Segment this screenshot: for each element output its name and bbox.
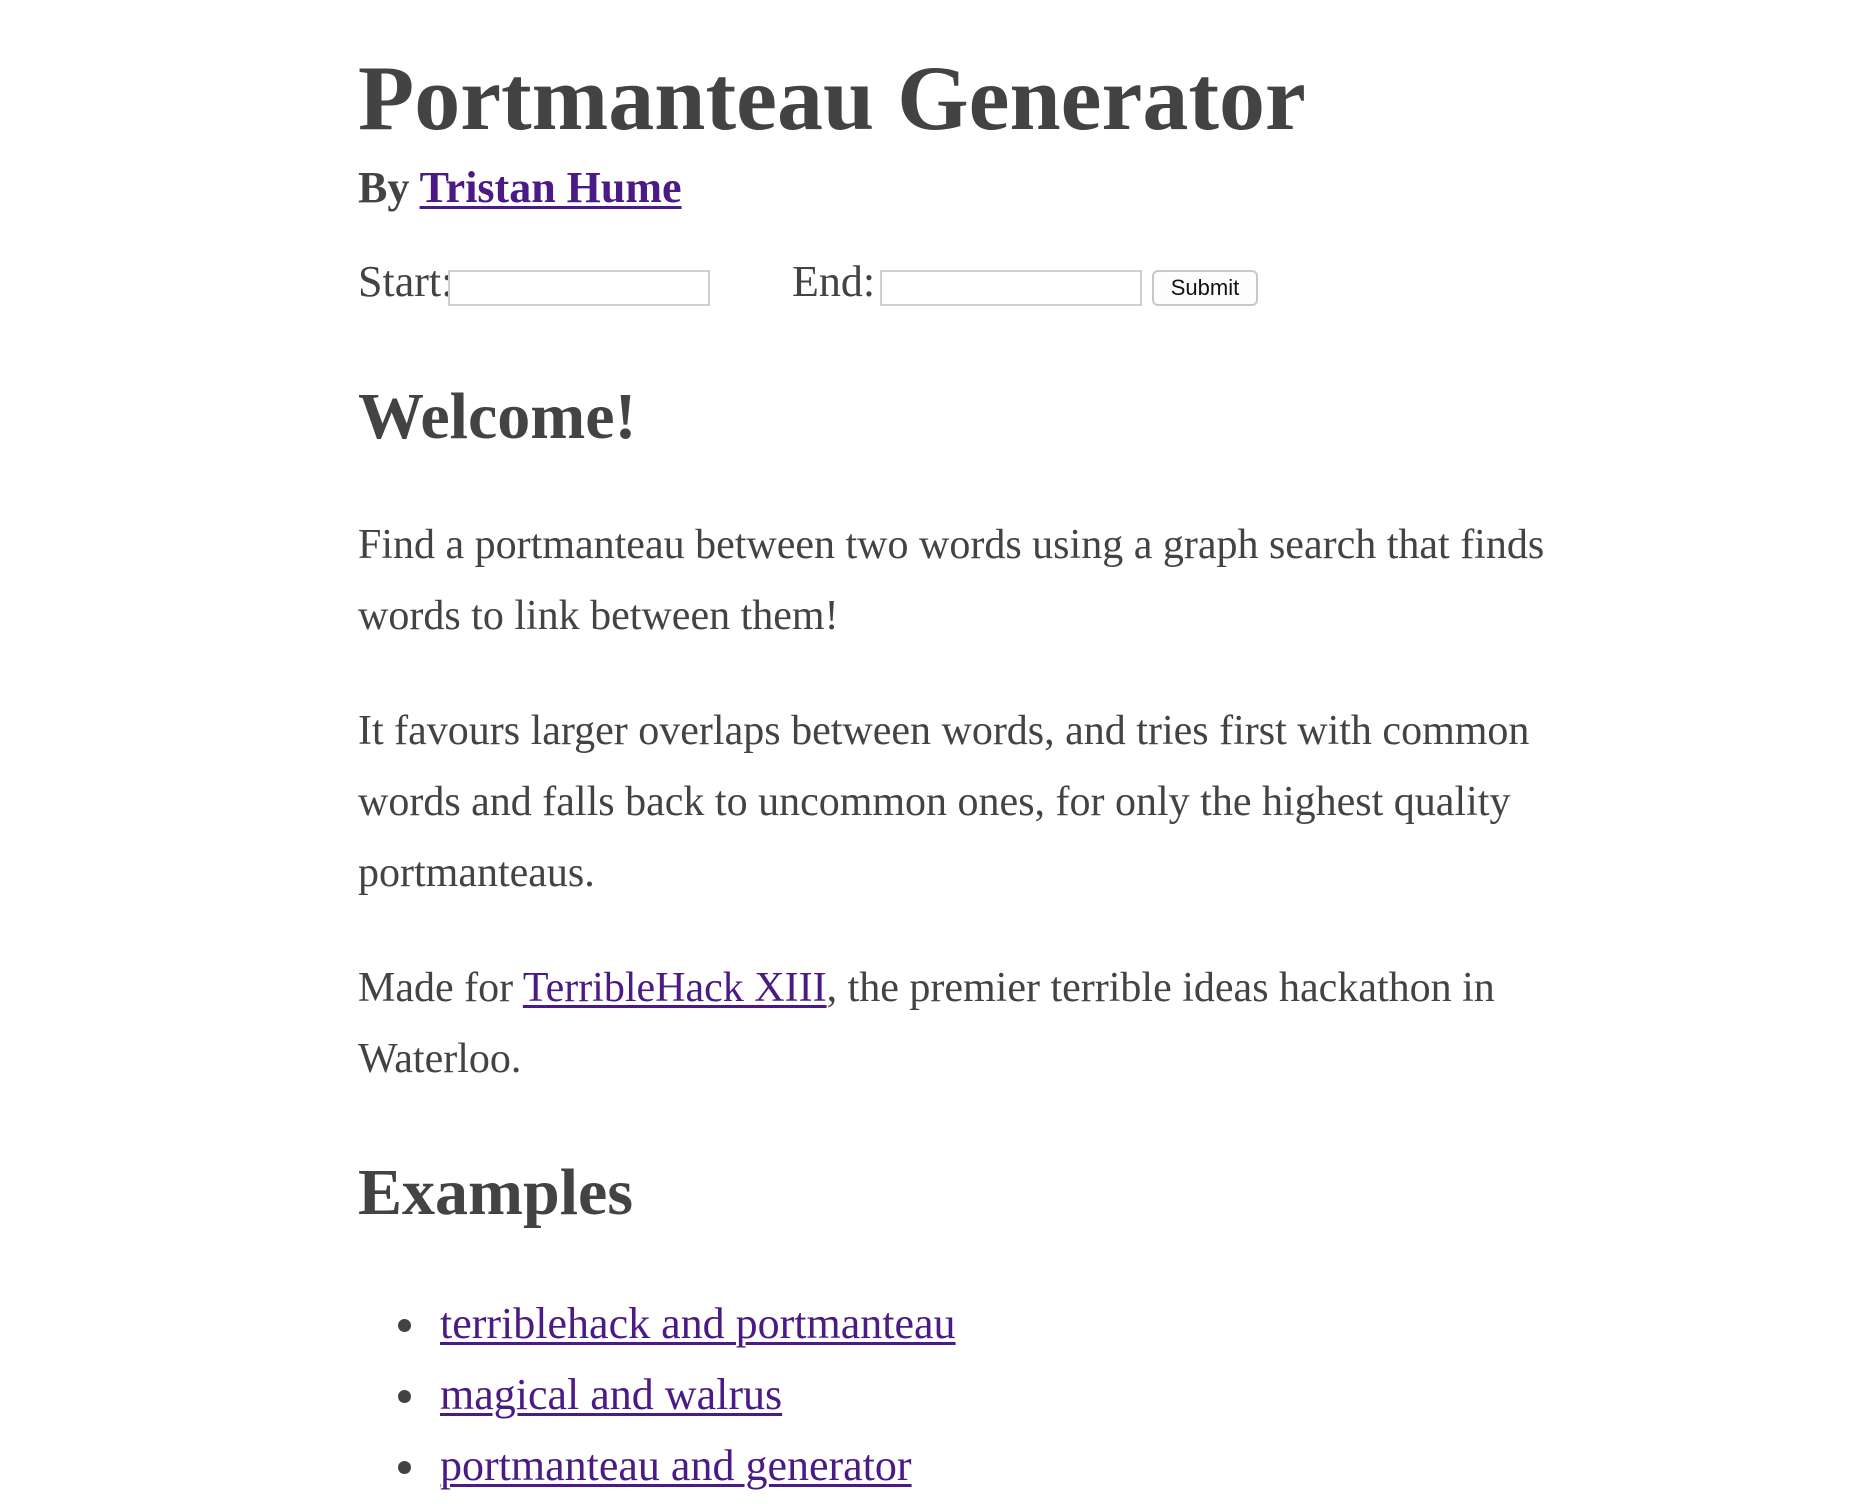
end-label: End:	[792, 257, 876, 306]
list-item: terriblehack and portmanteau	[358, 1288, 956, 1359]
intro-paragraph: Find a portmanteau between two words usi…	[358, 522, 1545, 639]
submit-button[interactable]: Submit	[1152, 270, 1258, 306]
author-link[interactable]: Tristan Hume	[420, 163, 682, 212]
examples-heading: Examples	[358, 1156, 634, 1229]
byline-prefix: By	[358, 163, 410, 212]
page: Portmanteau Generator By Tristan Hume St…	[0, 0, 1862, 1504]
start-label: Start:	[358, 257, 454, 306]
start-input[interactable]	[448, 270, 710, 306]
credit-paragraph: Made for TerribleHack XIII, the premier …	[358, 953, 1620, 1095]
example-link[interactable]: magical and walrus	[440, 1370, 782, 1419]
list-item: magical and walrus	[358, 1359, 956, 1430]
portmanteau-form: Start: End: Submit	[358, 256, 1358, 316]
example-link[interactable]: terriblehack and portmanteau	[440, 1299, 956, 1348]
page-title: Portmanteau Generator	[358, 47, 1306, 149]
terriblehack-link[interactable]: TerribleHack XIII	[523, 965, 827, 1011]
byline: By Tristan Hume	[358, 163, 682, 212]
examples-list: terriblehack and portmanteau magical and…	[358, 1288, 956, 1501]
bullet-icon	[398, 1319, 411, 1332]
example-link[interactable]: portmanteau and generator	[440, 1441, 912, 1490]
list-item: portmanteau and generator	[358, 1430, 956, 1501]
bullet-icon	[398, 1390, 411, 1403]
end-input[interactable]	[880, 270, 1142, 306]
welcome-heading: Welcome!	[358, 380, 637, 453]
bullet-icon	[398, 1461, 411, 1474]
credit-text-before: Made for	[358, 965, 523, 1011]
description-paragraph: It favours larger overlaps between words…	[358, 708, 1530, 896]
